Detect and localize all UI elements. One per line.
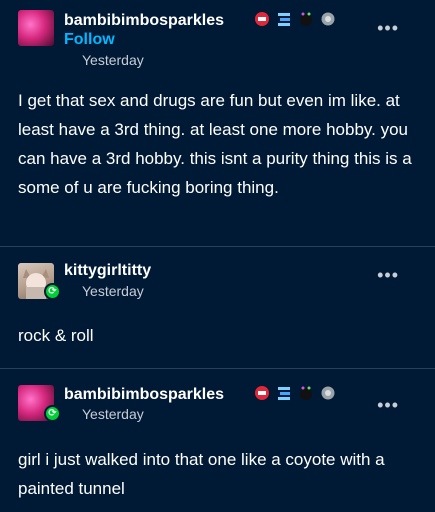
red-badge-icon bbox=[255, 386, 269, 400]
more-options-icon[interactable]: ••• bbox=[377, 18, 399, 39]
post-header: ⟳ kittygirltitty Yesterday ••• bbox=[18, 262, 417, 303]
post-header: bambibimbosparkles Follow Yesterday ••• bbox=[18, 10, 417, 72]
post-reblog: ⟳ bambibimbosparkles Yesterday ••• girl … bbox=[0, 368, 435, 512]
more-options-icon[interactable]: ••• bbox=[377, 265, 399, 286]
more-options-icon[interactable]: ••• bbox=[377, 395, 399, 416]
black-badge-icon bbox=[300, 12, 312, 26]
username[interactable]: bambibimbosparkles bbox=[64, 12, 224, 30]
timestamp[interactable]: Yesterday bbox=[82, 406, 144, 422]
blue-badge-icon bbox=[278, 13, 290, 26]
black-badge-icon bbox=[300, 386, 312, 400]
follow-button[interactable]: Follow bbox=[64, 31, 115, 49]
username[interactable]: kittygirltitty bbox=[64, 262, 151, 280]
gray-badge-icon bbox=[321, 12, 335, 26]
post-header: ⟳ bambibimbosparkles Yesterday ••• bbox=[18, 385, 417, 425]
username[interactable]: bambibimbosparkles bbox=[64, 386, 224, 404]
blue-badge-icon bbox=[278, 387, 290, 400]
post-body: girl i just walked into that one like a … bbox=[18, 450, 385, 498]
post-reblog: ⟳ kittygirltitty Yesterday ••• rock & ro… bbox=[0, 246, 435, 368]
reblog-icon: ⟳ bbox=[44, 283, 61, 300]
reblog-icon: ⟳ bbox=[44, 405, 61, 422]
red-badge-icon bbox=[255, 12, 269, 26]
timestamp[interactable]: Yesterday bbox=[82, 283, 144, 299]
avatar[interactable] bbox=[18, 10, 54, 46]
badge-row bbox=[254, 385, 336, 401]
post-body: rock & roll bbox=[18, 326, 94, 345]
gray-badge-icon bbox=[321, 386, 335, 400]
badge-row bbox=[254, 11, 336, 27]
timestamp[interactable]: Yesterday bbox=[82, 52, 144, 68]
post-original: bambibimbosparkles Follow Yesterday ••• … bbox=[0, 0, 435, 246]
post-body: I get that sex and drugs are fun but eve… bbox=[18, 91, 412, 197]
